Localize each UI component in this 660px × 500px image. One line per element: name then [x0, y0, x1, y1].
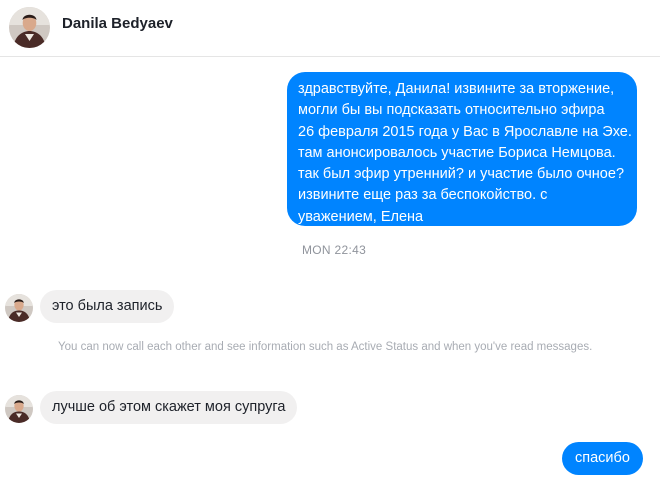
contact-avatar-small[interactable] — [5, 395, 33, 423]
outgoing-message[interactable]: спасибо — [562, 442, 643, 475]
conversation-header: Danila Bedyaev — [0, 0, 660, 57]
contact-avatar-small[interactable] — [5, 294, 33, 322]
contact-avatar[interactable] — [9, 7, 50, 48]
contact-name[interactable]: Danila Bedyaev — [62, 15, 173, 32]
incoming-message[interactable]: лучше об этом скажет моя супруга — [40, 391, 298, 424]
active-status-notice: You can now call each other and see info… — [58, 341, 593, 353]
message-timestamp: MON 22:43 — [302, 243, 367, 257]
incoming-message[interactable]: это была запись — [40, 290, 175, 323]
outgoing-message[interactable]: здравствуйте, Данила! извините за вторже… — [287, 72, 637, 226]
